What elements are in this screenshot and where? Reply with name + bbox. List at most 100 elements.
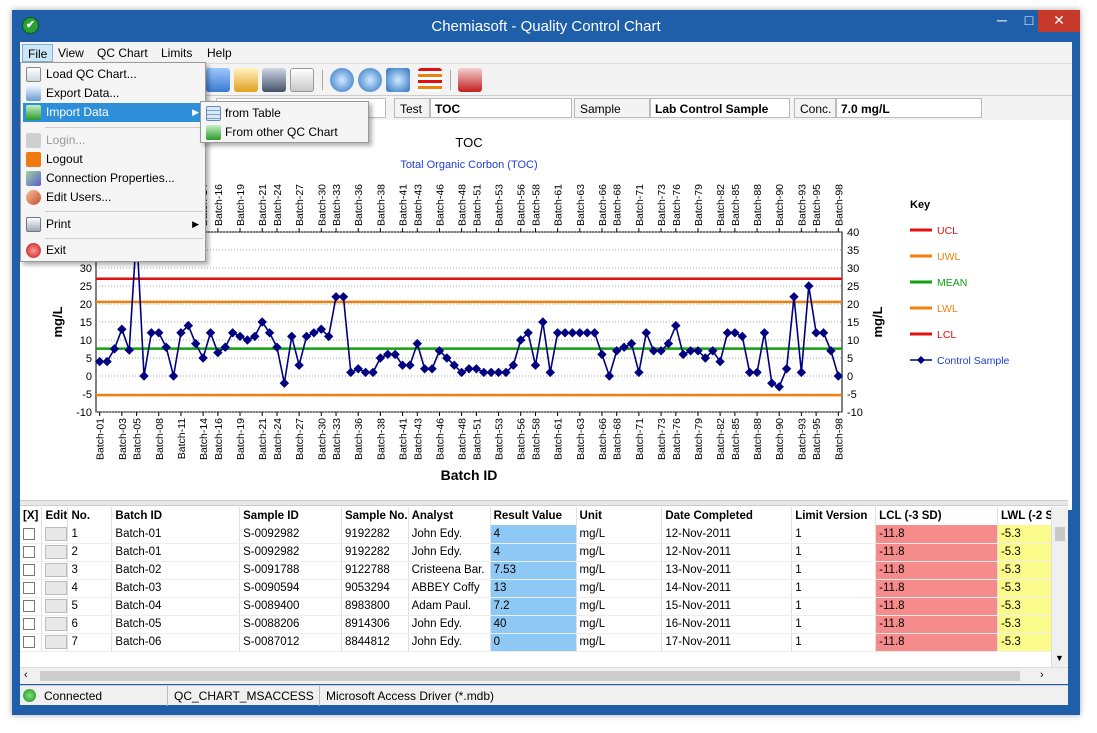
zoom-in-icon[interactable] — [330, 68, 354, 92]
table-cell[interactable]: 16-Nov-2011 — [661, 615, 793, 634]
column-header[interactable]: Batch ID — [111, 507, 241, 525]
table-cell[interactable]: 12-Nov-2011 — [661, 525, 793, 544]
table-cell[interactable]: mg/L — [576, 597, 663, 616]
table-cell[interactable]: -11.8 — [875, 633, 998, 652]
table-cell[interactable]: Batch-06 — [111, 633, 241, 652]
table-cell[interactable]: mg/L — [576, 633, 663, 652]
table-cell[interactable]: John Edy. — [408, 543, 491, 562]
chart-report-icon[interactable] — [458, 68, 482, 92]
table-cell[interactable]: S-0092982 — [239, 525, 342, 544]
menu-file[interactable]: File — [22, 44, 54, 62]
table-cell[interactable]: 13-Nov-2011 — [661, 561, 793, 580]
table-cell[interactable]: 9053294 — [341, 579, 409, 598]
table-cell[interactable]: 12-Nov-2011 — [661, 543, 793, 562]
table-cell[interactable]: John Edy. — [408, 525, 491, 544]
table-cell[interactable]: Batch-01 — [111, 543, 241, 562]
table-cell[interactable]: 40 — [490, 615, 577, 634]
splitter-handle[interactable] — [20, 500, 1068, 506]
table-cell[interactable]: 14-Nov-2011 — [661, 579, 793, 598]
title-bar[interactable]: ✔ Chemiasoft - Quality Control Chart ─ □… — [12, 10, 1080, 42]
table-cell[interactable]: -11.8 — [875, 543, 998, 562]
menu-item-from-other-qc-chart[interactable]: From other QC Chart — [203, 123, 366, 142]
column-header[interactable]: LCL (-3 SD) — [875, 507, 998, 525]
column-header[interactable]: Analyst — [408, 507, 491, 525]
horizontal-scrollbar[interactable]: ‹ › — [20, 667, 1068, 684]
column-header[interactable]: Sample No. — [341, 507, 409, 525]
menu-item-logout[interactable]: Logout — [23, 150, 203, 169]
table-row[interactable]: 3 Batch-02 S-0091788 9122788 Cristeena Bar. 7… — [20, 561, 1068, 580]
minimize-button[interactable]: ─ — [988, 10, 1016, 32]
table-cell[interactable]: 1 — [791, 597, 877, 616]
menu-item-edit-users[interactable]: Edit Users... — [23, 188, 203, 207]
table-cell[interactable]: Batch-04 — [111, 597, 241, 616]
table-cell[interactable]: John Edy. — [408, 633, 491, 652]
row-edit-button[interactable] — [41, 543, 69, 562]
table-cell[interactable]: 1 — [791, 633, 877, 652]
table-cell[interactable]: 8983800 — [341, 597, 409, 616]
table-cell[interactable]: 1 — [791, 561, 877, 580]
menu-item-exit[interactable]: Exit — [23, 241, 203, 260]
scroll-thumb[interactable] — [1055, 527, 1065, 541]
menu-view[interactable]: View — [53, 44, 89, 62]
row-checkbox[interactable] — [20, 615, 43, 634]
table-cell[interactable]: 8844812 — [341, 633, 409, 652]
table-cell[interactable]: 4 — [490, 525, 577, 544]
menu-item-from-table[interactable]: from Table — [203, 104, 366, 123]
table-cell[interactable]: 9192282 — [341, 525, 409, 544]
row-edit-button[interactable] — [41, 633, 69, 652]
table-cell[interactable]: -11.8 — [875, 525, 998, 544]
row-edit-button[interactable] — [41, 561, 69, 580]
table-cell[interactable]: 3 — [67, 561, 113, 580]
row-checkbox[interactable] — [20, 543, 43, 562]
column-header[interactable]: Result Value — [490, 507, 577, 525]
close-button[interactable]: ✕ — [1038, 10, 1080, 32]
table-cell[interactable]: John Edy. — [408, 615, 491, 634]
scroll-down-arrow-icon[interactable]: ▼ — [1055, 653, 1064, 663]
row-checkbox[interactable] — [20, 525, 43, 544]
table-cell[interactable]: 9192282 — [341, 543, 409, 562]
import-arrow-icon[interactable] — [206, 68, 230, 92]
table-cell[interactable]: Batch-05 — [111, 615, 241, 634]
column-header[interactable]: No. — [67, 507, 113, 525]
column-header[interactable]: Edit — [41, 507, 69, 525]
menu-item-import-data[interactable]: Import Data ▶ — [23, 103, 203, 122]
menu-item-export-data[interactable]: Export Data... — [23, 84, 203, 103]
scroll-left-arrow-icon[interactable]: ‹ — [24, 669, 28, 681]
edit-chart-icon[interactable] — [234, 68, 258, 92]
row-edit-button[interactable] — [41, 615, 69, 634]
table-row[interactable]: 7 Batch-06 S-0087012 8844812 John Edy. 0 mg/L 1… — [20, 633, 1068, 652]
table-cell[interactable]: -11.8 — [875, 579, 998, 598]
table-cell[interactable]: S-0087012 — [239, 633, 342, 652]
table-cell[interactable]: 8914306 — [341, 615, 409, 634]
table-cell[interactable]: 7 — [67, 633, 113, 652]
menu-item-connection-properties[interactable]: Connection Properties... — [23, 169, 203, 188]
table-cell[interactable]: mg/L — [576, 561, 663, 580]
row-edit-button[interactable] — [41, 579, 69, 598]
table-cell[interactable]: 7.53 — [490, 561, 577, 580]
table-cell[interactable]: ABBEY Coffy — [408, 579, 491, 598]
table-cell[interactable]: 15-Nov-2011 — [661, 597, 793, 616]
table-row[interactable]: 2 Batch-01 S-0092982 9192282 John Edy. 4 mg/L 1… — [20, 543, 1068, 562]
column-header[interactable]: Sample ID — [239, 507, 342, 525]
table-cell[interactable]: Batch-03 — [111, 579, 241, 598]
menu-qc-chart[interactable]: QC Chart — [92, 44, 153, 62]
table-row[interactable]: 5 Batch-04 S-0089400 8983800 Adam Paul. 7.2 mg… — [20, 597, 1068, 616]
row-edit-button[interactable] — [41, 525, 69, 544]
table-cell[interactable]: 1 — [67, 525, 113, 544]
table-cell[interactable]: 13 — [490, 579, 577, 598]
table-cell[interactable]: 0 — [490, 633, 577, 652]
table-row[interactable]: 4 Batch-03 S-0090594 9053294 ABBEY Coffy 13 mg… — [20, 579, 1068, 598]
table-cell[interactable]: 6 — [67, 615, 113, 634]
table-cell[interactable]: 1 — [791, 543, 877, 562]
table-cell[interactable]: mg/L — [576, 579, 663, 598]
table-cell[interactable]: Batch-02 — [111, 561, 241, 580]
row-checkbox[interactable] — [20, 597, 43, 616]
table-cell[interactable]: mg/L — [576, 615, 663, 634]
menu-help[interactable]: Help — [202, 44, 237, 62]
table-cell[interactable]: mg/L — [576, 525, 663, 544]
table-cell[interactable]: 4 — [67, 579, 113, 598]
table-cell[interactable]: -11.8 — [875, 615, 998, 634]
table-cell[interactable]: 1 — [791, 579, 877, 598]
table-cell[interactable]: mg/L — [576, 543, 663, 562]
table-cell[interactable]: 1 — [791, 525, 877, 544]
